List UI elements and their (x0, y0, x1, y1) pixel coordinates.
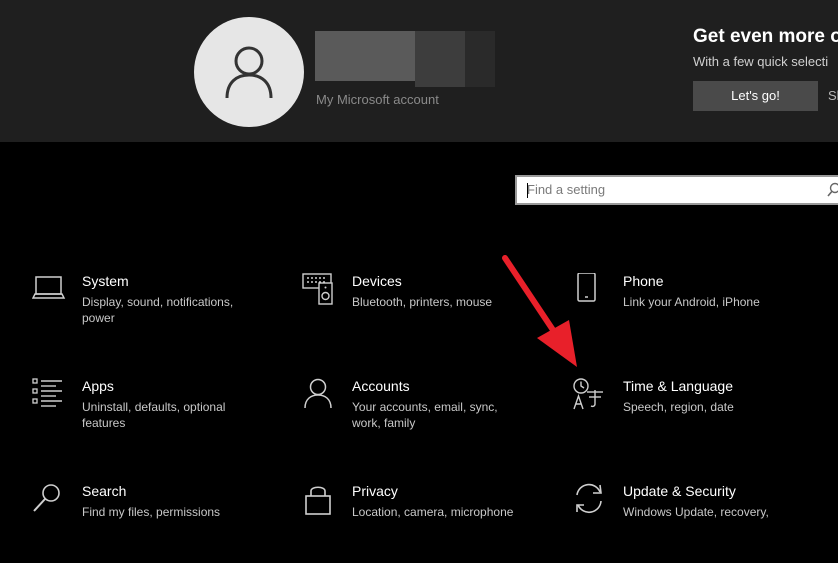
refresh-icon (573, 483, 609, 519)
tile-phone[interactable]: Phone Link your Android, iPhone (573, 273, 823, 353)
tile-time-language[interactable]: Time & Language Speech, region, date (573, 378, 823, 458)
tile-title: Apps (82, 378, 114, 394)
keyboard-speaker-icon (302, 273, 338, 309)
tile-description: Link your Android, iPhone (623, 294, 798, 310)
person-icon (302, 378, 338, 414)
tile-privacy[interactable]: Privacy Location, camera, microphone (302, 483, 552, 563)
tile-search[interactable]: Search Find my files, permissions (32, 483, 282, 563)
tile-title: Accounts (352, 378, 410, 394)
search-placeholder: Find a setting (527, 182, 605, 197)
tile-title: Privacy (352, 483, 398, 499)
magnifier-icon[interactable] (827, 182, 838, 198)
tile-title: Devices (352, 273, 402, 289)
user-icon (224, 44, 274, 100)
tile-title: Phone (623, 273, 663, 289)
tile-title: Time & Language (623, 378, 733, 394)
tile-title: Search (82, 483, 126, 499)
tile-apps[interactable]: Apps Uninstall, defaults, optional featu… (32, 378, 282, 458)
avatar[interactable] (194, 17, 304, 127)
time-language-icon (573, 378, 609, 414)
tile-description: Speech, region, date (623, 399, 798, 415)
laptop-icon (32, 273, 68, 309)
tile-system[interactable]: System Display, sound, notifications, po… (32, 273, 282, 353)
skip-link[interactable]: Sk (828, 88, 838, 103)
my-microsoft-account-link[interactable]: My Microsoft account (316, 92, 439, 107)
tile-title: Update & Security (623, 483, 736, 499)
promo-subtitle: With a few quick selecti (693, 54, 828, 69)
tile-description: Find my files, permissions (82, 504, 257, 520)
promo-title: Get even more o (693, 26, 838, 48)
tile-accounts[interactable]: Accounts Your accounts, email, sync, wor… (302, 378, 552, 458)
redacted-account-name (315, 31, 495, 87)
tile-description: Windows Update, recovery, (623, 504, 798, 520)
apps-list-icon (32, 378, 68, 414)
annotation-arrow-icon (495, 250, 585, 375)
tile-title: System (82, 273, 129, 289)
lets-go-button[interactable]: Let's go! (693, 81, 818, 111)
tile-description: Display, sound, notifications, power (82, 294, 257, 326)
tile-description: Your accounts, email, sync, work, family (352, 399, 527, 431)
lock-icon (302, 483, 338, 519)
tile-update-security[interactable]: Update & Security Windows Update, recove… (573, 483, 823, 563)
tile-description: Uninstall, defaults, optional features (82, 399, 257, 431)
account-header: My Microsoft account Get even more o Wit… (0, 0, 838, 142)
tile-description: Location, camera, microphone (352, 504, 527, 520)
search-icon (32, 483, 68, 519)
search-input[interactable]: Find a setting (515, 175, 838, 205)
